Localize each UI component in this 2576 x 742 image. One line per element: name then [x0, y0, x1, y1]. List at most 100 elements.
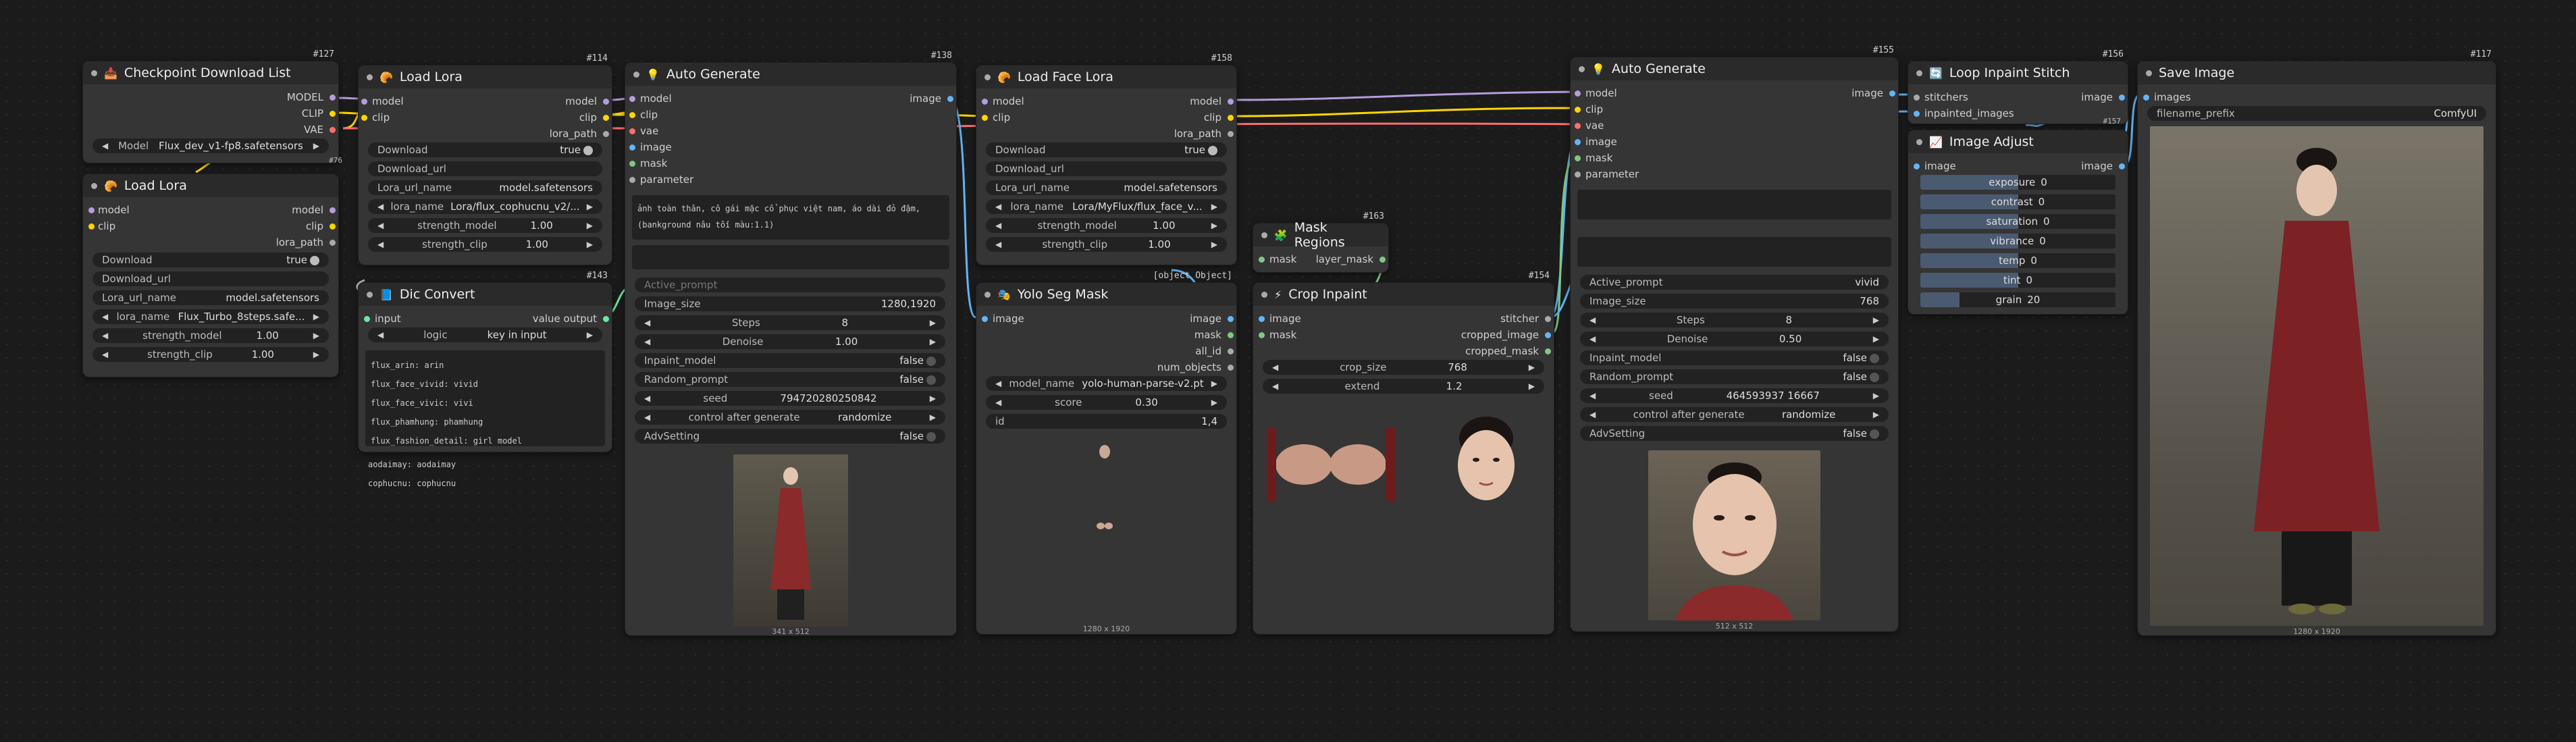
node-load-lora-1[interactable]: 🥐 Load Lora model clip model clip lora_p… — [82, 174, 339, 377]
output-vae[interactable]: VAE — [304, 124, 323, 136]
input-clip-dot[interactable] — [629, 112, 635, 118]
input-model[interactable]: model — [1585, 87, 1617, 99]
input-dot[interactable] — [364, 316, 370, 322]
node-header[interactable]: Save Image — [2138, 61, 2496, 84]
input-vae[interactable]: vae — [1585, 120, 1604, 132]
strength-clip-number[interactable]: ◀ strength_clip 1.00 ▶ — [986, 237, 1227, 252]
output-clip-dot[interactable] — [330, 111, 336, 117]
input-parameter[interactable]: parameter — [640, 174, 693, 186]
node-crop-inpaint[interactable]: #154 ⚡ Crop Inpaint image mask stitcher … — [1253, 271, 1554, 635]
arrow-left-icon[interactable]: ◀ — [1272, 363, 1278, 372]
output-image[interactable]: image — [2081, 91, 2113, 103]
collapse-dot[interactable] — [367, 291, 373, 298]
output-model[interactable]: model — [565, 95, 597, 107]
input-clip-dot[interactable] — [88, 223, 95, 230]
output-num-objects[interactable]: num_objects — [1157, 361, 1221, 373]
input-model-dot[interactable] — [982, 99, 988, 105]
arrow-right-icon[interactable]: ▶ — [1529, 381, 1535, 391]
adjust-slider-temp[interactable]: temp 0 — [1920, 253, 2115, 268]
output-clip[interactable]: clip — [306, 220, 323, 232]
input-vae[interactable]: vae — [640, 125, 658, 137]
arrow-right-icon[interactable]: ▶ — [1873, 410, 1879, 419]
lora-url-name-field[interactable]: Lora_url_name model.safetensors — [368, 180, 602, 195]
output-clip-dot[interactable] — [330, 223, 336, 230]
arrow-right-icon[interactable]: ▶ — [930, 394, 936, 403]
input-clip[interactable]: clip — [640, 109, 658, 121]
input-images-dot[interactable] — [2143, 95, 2149, 101]
node-header[interactable]: 🥐 Load Lora — [359, 65, 612, 88]
arrow-left-icon[interactable]: ◀ — [102, 331, 108, 340]
arrow-left-icon[interactable]: ◀ — [1589, 410, 1596, 419]
node-dic-convert[interactable]: #143 📘 Dic Convert input value output ◀ … — [358, 271, 612, 488]
arrow-right-icon[interactable]: ▶ — [1211, 379, 1217, 388]
node-load-face-lora[interactable]: #158 🥐 Load Face Lora model clip model c… — [976, 53, 1237, 265]
secondary-textarea[interactable] — [632, 245, 949, 269]
node-loop-inpaint-stitch[interactable]: #156 🔄 Loop Inpaint Stitch stitchers inp… — [1908, 49, 2128, 126]
input-parameter-dot[interactable] — [1575, 171, 1581, 178]
input-label[interactable]: input — [375, 313, 401, 325]
collapse-dot[interactable] — [1261, 232, 1267, 238]
arrow-right-icon[interactable]: ▶ — [930, 337, 936, 346]
arrow-left-icon[interactable]: ◀ — [102, 141, 108, 151]
output-mask[interactable]: mask — [1194, 329, 1221, 341]
input-clip-dot[interactable] — [1575, 107, 1581, 113]
strength-model-number[interactable]: ◀ strength_model 1.00 ▶ — [986, 218, 1227, 233]
node-header[interactable]: 🔄 Loop Inpaint Stitch — [1908, 61, 2128, 84]
output-cropped-image[interactable]: cropped_image — [1461, 329, 1539, 341]
collapse-dot[interactable] — [1261, 291, 1267, 298]
arrow-right-icon[interactable]: ▶ — [313, 141, 319, 151]
input-model-dot[interactable] — [1575, 90, 1581, 97]
collapse-dot[interactable] — [984, 74, 991, 80]
node-auto-generate-1[interactable]: #138 💡 Auto Generate model clip vae imag… — [625, 51, 957, 636]
model-name-combo[interactable]: ◀ model_name yolo-human-parse-v2.pt ▶ — [986, 376, 1227, 391]
input-model[interactable]: model — [372, 95, 404, 107]
input-clip[interactable]: clip — [372, 111, 390, 124]
lora-url-name-field[interactable]: Lora_url_name model.safetensors — [986, 180, 1227, 195]
arrow-left-icon[interactable]: ◀ — [644, 394, 650, 403]
score-number[interactable]: ◀ score 0.30 ▶ — [986, 395, 1227, 410]
output-model[interactable]: MODEL — [287, 91, 323, 103]
node-load-lora-2[interactable]: #114 🥐 Load Lora model clip model clip l… — [358, 53, 612, 265]
arrow-left-icon[interactable]: ◀ — [995, 379, 1001, 388]
logic-combo[interactable]: ◀ logic key in input ▶ — [368, 327, 602, 342]
node-header[interactable]: 🎭 Yolo Seg Mask — [976, 283, 1236, 306]
arrow-left-icon[interactable]: ◀ — [377, 330, 384, 340]
steps-number[interactable]: ◀ Steps 8 ▶ — [1580, 313, 1889, 327]
arrow-right-icon[interactable]: ▶ — [587, 240, 593, 249]
download-toggle[interactable]: Download true — [368, 142, 602, 157]
seed-number[interactable]: ◀ seed 794720280250842 ▶ — [635, 391, 945, 406]
node-yolo-seg-mask[interactable]: [object Object] 🎭 Yolo Seg Mask image im… — [976, 271, 1237, 635]
input-clip[interactable]: clip — [993, 111, 1010, 124]
crop-size-number[interactable]: ◀ crop_size 768 ▶ — [1263, 360, 1544, 375]
node-header[interactable]: 💡 Auto Generate — [625, 63, 956, 86]
arrow-right-icon[interactable]: ▶ — [1211, 221, 1217, 230]
output-num-objects-dot[interactable] — [1228, 365, 1234, 371]
output-all-id-dot[interactable] — [1228, 348, 1234, 354]
input-model-dot[interactable] — [88, 207, 95, 213]
output-model[interactable]: model — [292, 204, 323, 216]
output-lora-path-dot[interactable] — [603, 131, 609, 137]
arrow-left-icon[interactable]: ◀ — [1272, 381, 1278, 391]
lora-url-name-field[interactable]: Lora_url_name model.safetensors — [93, 290, 329, 305]
output-lora-path-dot[interactable] — [1228, 131, 1234, 137]
arrow-left-icon[interactable]: ◀ — [377, 202, 384, 211]
input-inpainted-images[interactable]: inpainted_images — [1924, 107, 2014, 120]
arrow-left-icon[interactable]: ◀ — [1589, 391, 1596, 400]
arrow-right-icon[interactable]: ▶ — [313, 350, 319, 359]
output-image[interactable]: image — [2081, 160, 2113, 172]
input-image-dot[interactable] — [1259, 316, 1265, 322]
node-header[interactable]: 🥐 Load Face Lora — [976, 65, 1236, 88]
model-combo[interactable]: ◀ Model Flux_dev_v1-fp8.safetensors ▶ — [93, 138, 329, 153]
input-image[interactable]: image — [640, 141, 672, 153]
input-mask[interactable]: mask — [1585, 152, 1612, 164]
toggle-icon[interactable] — [1870, 353, 1879, 363]
output-lora-path[interactable]: lora_path — [1174, 128, 1221, 140]
arrow-right-icon[interactable]: ▶ — [1873, 315, 1879, 325]
input-inpainted-images-dot[interactable] — [1914, 111, 1920, 117]
input-model-dot[interactable] — [361, 99, 367, 105]
arrow-right-icon[interactable]: ▶ — [1211, 240, 1217, 249]
arrow-left-icon[interactable]: ◀ — [644, 337, 650, 346]
node-header[interactable]: 📘 Dic Convert — [359, 283, 612, 306]
node-header[interactable]: 💡 Auto Generate — [1571, 57, 1898, 80]
download-url-field[interactable]: Download_url — [368, 161, 602, 176]
